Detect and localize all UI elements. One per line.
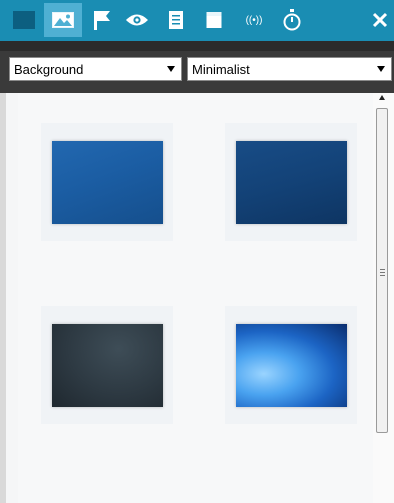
toolbar: ((•)) — [0, 0, 394, 41]
stopwatch-icon — [283, 9, 301, 31]
eye-icon — [126, 14, 148, 26]
flag-tab-button[interactable] — [88, 3, 116, 37]
filter-bar-divider — [0, 41, 394, 51]
scroll-thumb[interactable] — [376, 108, 388, 433]
close-icon — [372, 12, 388, 28]
chevron-down-icon — [377, 66, 385, 72]
document-tab-button[interactable] — [162, 3, 190, 37]
background-thumbnail — [235, 323, 347, 407]
image-tab-button[interactable] — [44, 3, 82, 37]
broadcast-icon: ((•)) — [245, 14, 263, 26]
calendar-icon — [206, 12, 222, 28]
blank-tab-button[interactable] — [6, 3, 42, 37]
vertical-scrollbar[interactable] — [373, 93, 394, 503]
close-button[interactable] — [368, 3, 392, 37]
category-select-value: Background — [14, 61, 84, 77]
grip-line — [380, 275, 385, 276]
filter-bar: Background Minimalist — [0, 41, 394, 93]
scroll-up-arrow-icon[interactable] — [379, 95, 385, 100]
blank-square-icon — [13, 11, 35, 29]
flag-icon — [94, 11, 110, 30]
image-icon — [52, 12, 74, 28]
thumbnail-gallery — [0, 93, 394, 503]
background-thumbnail — [235, 140, 347, 224]
background-thumbnail — [51, 140, 163, 224]
grip-line — [380, 272, 385, 273]
category-select[interactable]: Background — [9, 57, 182, 81]
thumbnail-card[interactable] — [225, 123, 357, 241]
grip-line — [380, 269, 385, 270]
calendar-tab-button[interactable] — [200, 3, 228, 37]
thumbnail-card[interactable] — [225, 306, 357, 424]
thumbnail-card[interactable] — [41, 306, 173, 424]
stopwatch-tab-button[interactable] — [278, 3, 306, 37]
style-select-value: Minimalist — [192, 61, 250, 77]
thumbnail-panel — [18, 93, 378, 503]
eye-tab-button[interactable] — [122, 3, 152, 37]
chevron-down-icon — [167, 66, 175, 72]
thumbnail-card[interactable] — [41, 123, 173, 241]
style-select[interactable]: Minimalist — [187, 57, 392, 81]
document-icon — [169, 11, 183, 29]
background-thumbnail — [51, 323, 163, 407]
broadcast-tab-button[interactable]: ((•)) — [236, 3, 272, 37]
